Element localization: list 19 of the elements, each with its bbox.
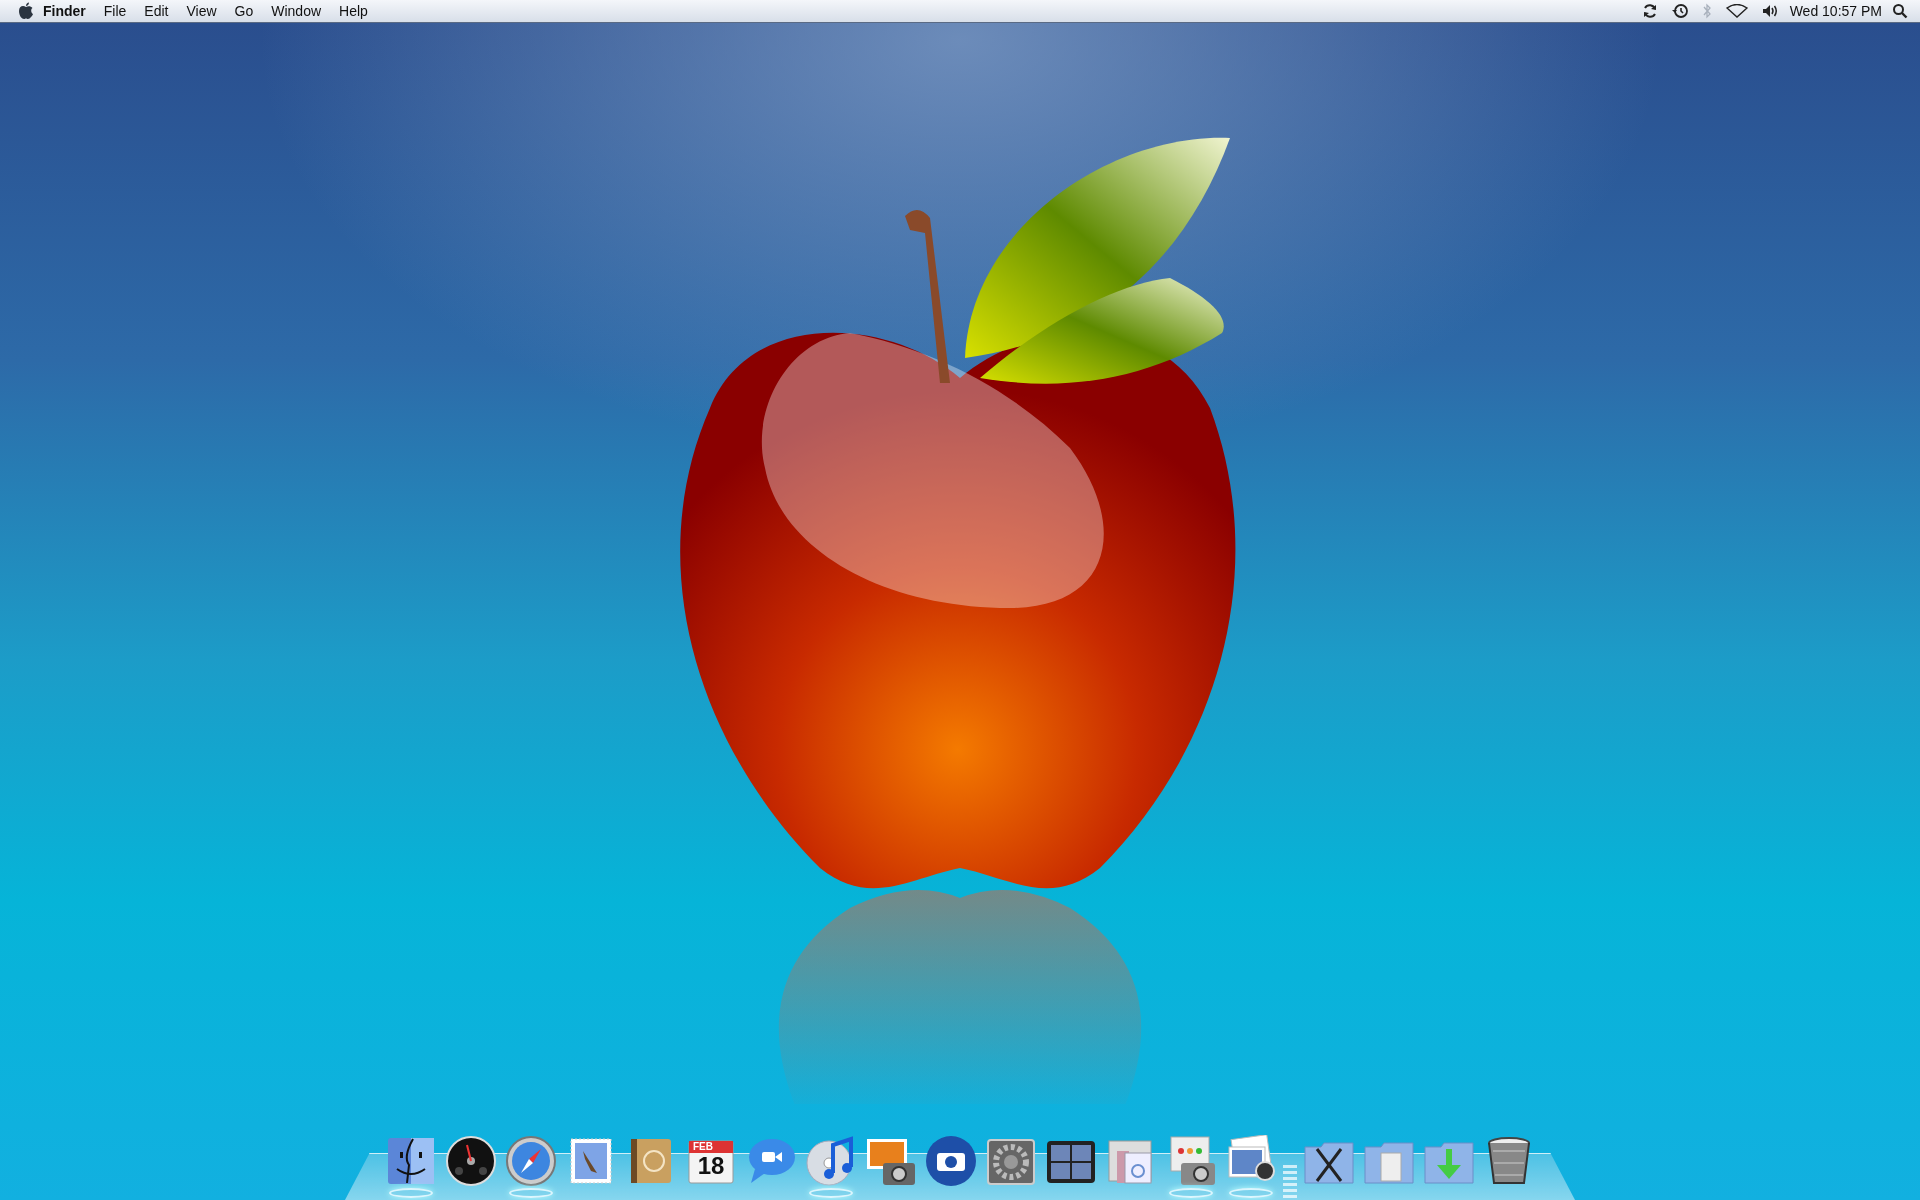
face-icon[interactable] [385, 1135, 437, 1187]
calendar-day: 18 [697, 1153, 725, 1179]
gauge-icon[interactable] [445, 1135, 497, 1187]
menu-clock[interactable]: Wed 10:57 PM [1779, 3, 1892, 19]
volume-icon[interactable] [1761, 3, 1780, 19]
compass-icon[interactable] [505, 1135, 557, 1187]
app-menu[interactable]: Finder [34, 3, 95, 19]
search-icon[interactable] [1892, 3, 1908, 19]
calendar-month: FEB [693, 1141, 713, 1153]
menu-item[interactable]: File [94, 3, 136, 19]
menu-item[interactable]: Go [225, 3, 263, 19]
camera-icon[interactable] [925, 1135, 977, 1187]
menu-item[interactable]: Window [262, 3, 331, 19]
sync-icon[interactable] [1641, 3, 1658, 19]
menu-item[interactable]: Help [330, 3, 377, 19]
menu-item[interactable]: View [177, 3, 226, 19]
menu-item[interactable]: Edit [135, 3, 178, 19]
wifi-icon[interactable] [1725, 4, 1748, 18]
apple-logo-icon[interactable] [18, 2, 34, 20]
